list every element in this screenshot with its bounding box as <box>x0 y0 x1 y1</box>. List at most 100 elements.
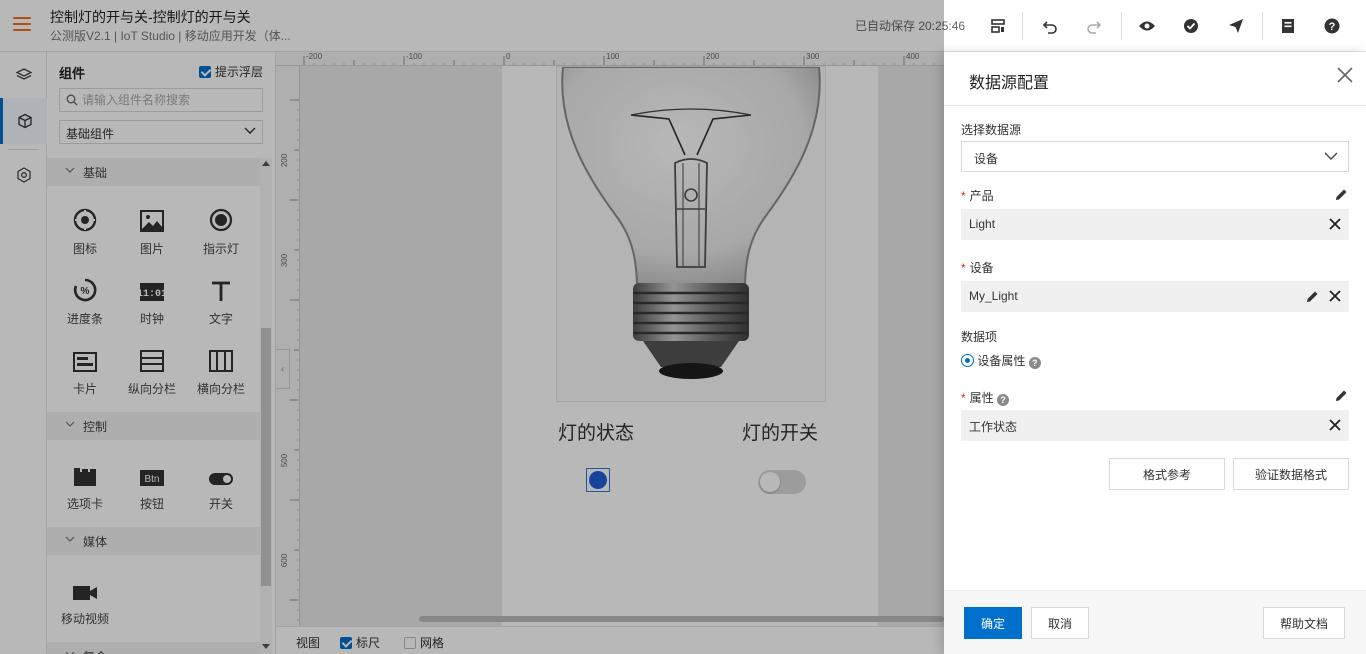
component-vertical-columns[interactable]: 纵向分栏 <box>118 342 186 404</box>
search-input[interactable] <box>82 92 257 108</box>
drawer-divider <box>944 105 1366 106</box>
scroll-down-icon[interactable] <box>262 644 270 650</box>
light-indicator[interactable] <box>586 468 610 492</box>
light-bulb-image[interactable] <box>556 66 826 402</box>
toolbar-divider <box>1262 12 1263 40</box>
light-switch-toggle[interactable] <box>758 470 806 494</box>
card-icon <box>73 352 97 372</box>
group-header-basic[interactable]: 基础 <box>47 158 260 186</box>
device-label: * 设备 <box>961 261 994 275</box>
ruler-label: 0 <box>506 52 511 61</box>
radio-selected-icon[interactable] <box>961 354 974 367</box>
component-clock[interactable]: 11:01 时钟 <box>118 272 186 334</box>
component-image[interactable]: 图片 <box>118 202 186 264</box>
component-tabs[interactable]: 选项卡 <box>51 457 119 519</box>
edit-product-icon[interactable] <box>1335 188 1348 201</box>
design-canvas[interactable]: -200 -100 0 100 200 300 400 200 300 400 … <box>276 52 944 626</box>
component-mobile-video[interactable]: 移动视频 <box>51 572 119 634</box>
left-rail <box>0 52 47 654</box>
component-indicator[interactable]: 指示灯 <box>187 202 255 264</box>
mobile-page[interactable]: 灯的状态 灯的开关 <box>502 66 878 626</box>
edit-property-icon[interactable] <box>1335 389 1348 402</box>
svg-text:Btn: Btn <box>144 474 159 485</box>
component-progress[interactable]: % 进度条 <box>51 272 119 334</box>
property-field[interactable]: 工作状态 <box>961 410 1349 441</box>
close-icon[interactable] <box>1336 66 1354 84</box>
component-switch[interactable]: 开关 <box>187 457 255 519</box>
clock-icon: 11:01 <box>139 283 165 301</box>
canvas-bottom-bar: 视图 标尺 网格 <box>276 626 944 654</box>
component-label: 纵向分栏 <box>127 382 176 396</box>
horizontal-ruler: -200 -100 0 100 200 300 400 <box>276 52 944 66</box>
clear-device-icon[interactable] <box>1329 290 1341 302</box>
canvas-horizontal-scrollbar[interactable] <box>419 616 944 622</box>
preview-icon[interactable] <box>1133 12 1161 40</box>
source-select[interactable]: 设备 <box>961 141 1349 172</box>
layout-icon[interactable] <box>984 12 1012 40</box>
menu-icon[interactable] <box>13 17 31 31</box>
switch-icon <box>209 473 233 485</box>
grid-label: 网格 <box>420 636 445 650</box>
grid-toggle[interactable]: 网格 <box>404 634 444 651</box>
data-item-radio[interactable]: 设备属性 ? <box>961 352 1041 369</box>
component-text[interactable]: 文字 <box>187 272 255 334</box>
property-label: * 属性 ? <box>961 389 1010 406</box>
ruler-checkbox[interactable] <box>340 636 352 649</box>
group-header-composite[interactable]: 复合 <box>47 642 260 654</box>
help-icon[interactable]: ? <box>1028 357 1041 369</box>
confirm-button[interactable]: 确定 <box>964 607 1022 639</box>
search-icon <box>66 94 78 106</box>
component-button[interactable]: Btn 按钮 <box>118 457 186 519</box>
source-value: 设备 <box>974 152 999 166</box>
panel-scrollbar-thumb[interactable] <box>261 328 271 586</box>
group-title: 媒体 <box>83 535 108 549</box>
component-card[interactable]: 卡片 <box>51 342 119 404</box>
view-menu[interactable]: 视图 <box>296 634 320 651</box>
tip-checkbox[interactable] <box>199 65 211 78</box>
component-horizontal-columns[interactable]: 横向分栏 <box>187 342 255 404</box>
help-doc-button[interactable]: 帮助文档 <box>1263 607 1345 639</box>
format-reference-button[interactable]: 格式参考 <box>1109 458 1225 490</box>
svg-text:%: % <box>81 286 90 297</box>
app-subtitle: 公测版V2.1 | IoT Studio | 移动应用开发（体... <box>50 29 291 43</box>
ruler-label: 标尺 <box>356 636 381 650</box>
component-icon[interactable]: 图标 <box>51 202 119 264</box>
group-header-control[interactable]: 控制 <box>47 412 260 440</box>
ruler-toggle[interactable]: 标尺 <box>340 634 380 651</box>
ruler-label: 400 <box>906 52 920 61</box>
device-field[interactable]: My_Light <box>961 281 1349 312</box>
scroll-up-icon[interactable] <box>262 160 270 166</box>
help-icon[interactable]: ? <box>1318 12 1346 40</box>
notes-icon[interactable] <box>1274 12 1302 40</box>
columns-icon <box>209 350 233 372</box>
category-select[interactable]: 基础组件 <box>59 120 263 144</box>
data-item-label: 数据项 <box>961 330 998 344</box>
chevron-down-icon <box>244 127 256 134</box>
settings-icon[interactable] <box>0 152 47 198</box>
panel-title: 组件 <box>59 66 86 81</box>
publish-icon[interactable] <box>1222 12 1250 40</box>
autosave-status: 已自动保存 20:25:46 <box>855 19 966 33</box>
cancel-button[interactable]: 取消 <box>1031 607 1089 639</box>
device-value: My_Light <box>969 289 1018 303</box>
product-field[interactable]: Light <box>961 209 1349 240</box>
help-icon[interactable]: ? <box>997 394 1010 406</box>
tip-toggle[interactable]: 提示浮层 <box>199 63 263 80</box>
components-icon[interactable] <box>0 98 47 144</box>
product-label: * 产品 <box>961 189 994 203</box>
undo-icon[interactable] <box>1036 12 1064 40</box>
progress-icon: % <box>73 278 97 302</box>
grid-checkbox[interactable] <box>404 636 416 649</box>
edit-device-icon[interactable] <box>1306 290 1319 303</box>
svg-text:?: ? <box>1329 21 1336 33</box>
layers-icon[interactable] <box>0 52 47 98</box>
collapse-panel-handle[interactable]: ‹ <box>276 349 290 389</box>
validate-format-button[interactable]: 验证数据格式 <box>1233 458 1349 490</box>
light-bulb-picture <box>561 66 821 379</box>
clear-property-icon[interactable] <box>1329 419 1341 431</box>
redo-icon[interactable] <box>1080 12 1108 40</box>
button-icon: Btn <box>140 470 164 486</box>
check-icon[interactable] <box>1177 12 1205 40</box>
clear-product-icon[interactable] <box>1329 218 1341 230</box>
group-header-media[interactable]: 媒体 <box>47 527 260 555</box>
